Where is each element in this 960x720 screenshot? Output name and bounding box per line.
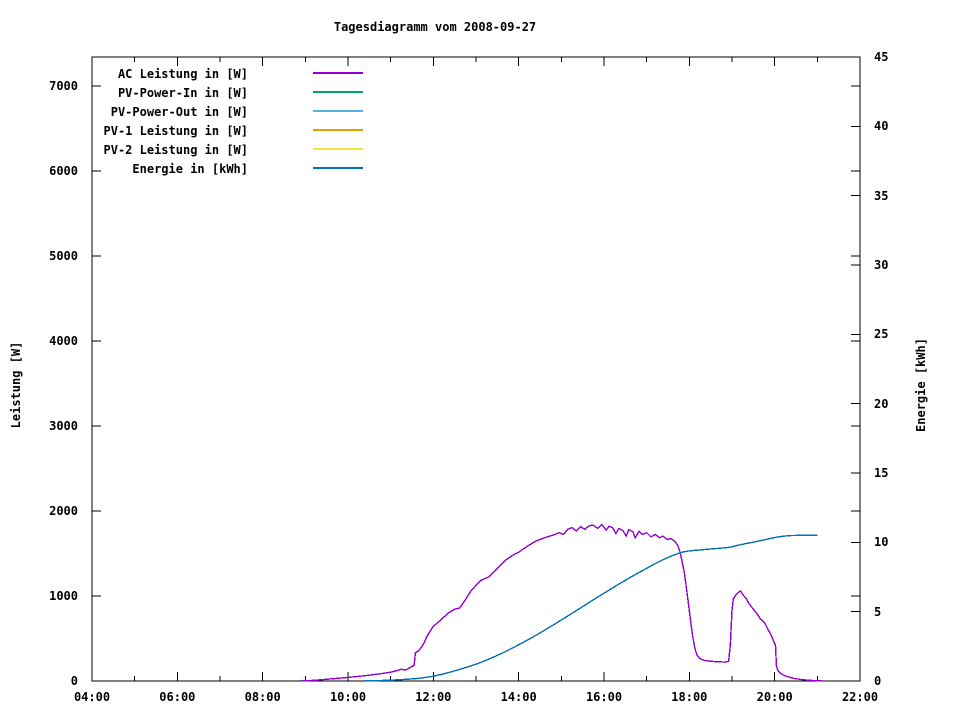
series-curve-5 — [365, 534, 818, 682]
legend-label: PV-1 Leistung in [W] — [103, 124, 249, 138]
legend-label: AC Leistung in [W] — [117, 67, 248, 81]
y-right-tick-label: 45 — [874, 50, 889, 64]
y-right-tick-label: 20 — [874, 396, 889, 411]
x-tick-label: 16:00 — [585, 690, 623, 704]
x-tick-label: 12:00 — [415, 690, 452, 704]
legend-line-sample — [313, 148, 363, 150]
y-right-tick-label: 15 — [874, 466, 889, 480]
x-tick-label: 20:00 — [756, 690, 793, 704]
x-tick-label: 14:00 — [500, 690, 537, 704]
y-right-tick-label: 30 — [874, 258, 889, 272]
y-left-tick-label: 4000 — [49, 333, 78, 348]
y-left-tick-label: 3000 — [49, 418, 78, 433]
legend-line-sample — [313, 72, 363, 74]
y-right-tick-label: 5 — [874, 604, 882, 619]
y-right-tick-label: 25 — [874, 327, 889, 342]
x-tick-label: 06:00 — [159, 690, 196, 704]
y-left-tick-label: 7000 — [49, 78, 78, 93]
legend-line-sample — [313, 110, 363, 112]
x-tick-label: 22:00 — [841, 690, 879, 704]
y-left-tick-label: 0 — [70, 674, 78, 688]
legend-line-sample — [313, 91, 363, 93]
daily-pv-chart: Tagesdiagramm vom 2008-09-27 Leistung [W… — [0, 0, 960, 720]
x-tick-label: 08:00 — [244, 690, 281, 704]
x-tick-label: 04:00 — [73, 690, 111, 704]
legend-line-sample — [313, 167, 363, 169]
legend-label: PV-Power-In in [W] — [117, 86, 248, 100]
y-left-tick-label: 2000 — [49, 503, 78, 518]
y-left-axis-label: Leistung [W] — [9, 341, 23, 429]
x-tick-label: 10:00 — [329, 690, 367, 704]
y-left-tick-label: 5000 — [49, 248, 78, 263]
series-curve-0 — [301, 523, 823, 682]
y-left-tick-label: 1000 — [49, 588, 78, 603]
y-right-tick-label: 40 — [874, 119, 889, 134]
legend-label: PV-Power-Out in [W] — [110, 105, 248, 119]
legend-line-sample — [313, 129, 363, 131]
x-tick-label: 18:00 — [671, 690, 708, 704]
legend-label: PV-2 Leistung in [W] — [103, 143, 249, 157]
y-right-axis-label: Energie [kWh] — [914, 338, 928, 432]
legend-label: Energie in [kWh] — [132, 162, 248, 176]
y-left-tick-label: 6000 — [49, 163, 78, 178]
y-right-tick-label: 35 — [874, 188, 889, 203]
y-right-tick-label: 0 — [874, 674, 882, 688]
y-right-tick-label: 10 — [874, 535, 889, 550]
